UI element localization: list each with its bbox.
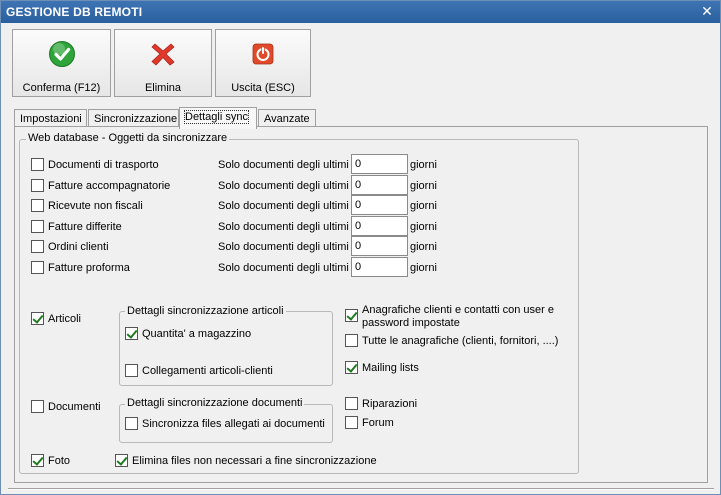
doc-row-label: Ricevute non fiscali	[48, 200, 143, 212]
anagrafiche-contatti-label-line1: Anagrafiche clienti e contatti con user …	[362, 304, 555, 316]
doc-row-label: Fatture proforma	[48, 262, 130, 274]
doc-row-unit-label: giorni	[410, 262, 437, 274]
doc-row-checkbox[interactable]	[31, 179, 44, 192]
articoli-details-legend: Dettagli sincronizzazione articoli	[125, 305, 286, 317]
mailing-lists-label: Mailing lists	[362, 362, 419, 374]
window-title: GESTIONE DB REMOTI	[6, 5, 143, 19]
confirm-label: Conferma (F12)	[22, 82, 101, 94]
doc-row-days-input[interactable]: 0	[351, 175, 408, 195]
riparazioni-label: Riparazioni	[362, 398, 418, 410]
tab-dettagli-sync[interactable]: Dettagli sync	[179, 107, 257, 129]
forum-label: Forum	[362, 417, 394, 429]
doc-row-days-input[interactable]: 0	[351, 236, 408, 256]
articoli-checkbox[interactable]	[31, 312, 44, 325]
quantita-magazzino-label: Quantita' a magazzino	[142, 328, 252, 340]
tab-label: Sincronizzazione	[94, 113, 178, 125]
anagrafiche-contatti-checkbox[interactable]	[345, 309, 358, 322]
doc-row-unit-label: giorni	[410, 159, 437, 171]
doc-row-days-input[interactable]: 0	[351, 154, 408, 174]
doc-row-days-label: Solo documenti degli ultimi	[218, 241, 349, 253]
tutte-anagrafiche-checkbox[interactable]	[345, 334, 358, 347]
doc-row-unit-label: giorni	[410, 180, 437, 192]
check-icon	[48, 41, 75, 67]
documenti-checkbox[interactable]	[31, 400, 44, 413]
doc-row-label: Ordini clienti	[48, 241, 109, 253]
articoli-label: Articoli	[48, 313, 82, 325]
exit-button[interactable]: Uscita (ESC)	[215, 29, 311, 97]
collegamenti-articoli-checkbox[interactable]	[125, 364, 138, 377]
delete-label: Elimina	[144, 82, 182, 94]
doc-row-label: Documenti di trasporto	[48, 159, 159, 171]
doc-row-days-label: Solo documenti degli ultimi	[218, 200, 349, 212]
title-bar: GESTIONE DB REMOTI ✕	[1, 1, 720, 23]
main-window: GESTIONE DB REMOTI ✕ Conferma (F12) Elim…	[0, 0, 721, 495]
doc-row-checkbox[interactable]	[31, 199, 44, 212]
doc-row-days-input[interactable]: 0	[351, 216, 408, 236]
exit-label: Uscita (ESC)	[231, 82, 295, 94]
doc-row-days-label: Solo documenti degli ultimi	[218, 180, 349, 192]
tab-label: Dettagli sync	[184, 110, 249, 124]
doc-row-label: Fatture accompagnatorie	[48, 180, 171, 192]
documenti-details-legend: Dettagli sincronizzazione documenti	[125, 397, 305, 409]
allegati-documenti-label: Sincronizza files allegati ai documenti	[142, 418, 325, 430]
delete-button[interactable]: Elimina	[114, 29, 212, 97]
tab-panel-dettagli-sync: Web database - Oggetti da sincronizzare …	[14, 126, 708, 483]
bottom-divider	[8, 488, 714, 490]
power-icon	[252, 43, 274, 65]
foto-checkbox[interactable]	[31, 454, 44, 467]
elimina-files-label: Elimina files non necessari a fine sincr…	[132, 455, 377, 467]
riparazioni-checkbox[interactable]	[345, 397, 358, 410]
mailing-lists-checkbox[interactable]	[345, 361, 358, 374]
documenti-label: Documenti	[48, 401, 101, 413]
doc-row-checkbox[interactable]	[31, 261, 44, 274]
doc-row-days-label: Solo documenti degli ultimi	[218, 159, 349, 171]
confirm-button[interactable]: Conferma (F12)	[12, 29, 111, 97]
elimina-files-checkbox[interactable]	[115, 454, 128, 467]
doc-row-unit-label: giorni	[410, 200, 437, 212]
tutte-anagrafiche-label: Tutte le anagrafiche (clienti, fornitori…	[362, 335, 559, 347]
web-database-legend: Web database - Oggetti da sincronizzare	[26, 132, 230, 144]
foto-label: Foto	[48, 455, 71, 467]
doc-row-days-label: Solo documenti degli ultimi	[218, 221, 349, 233]
forum-checkbox[interactable]	[345, 416, 358, 429]
tab-label: Impostazioni	[20, 113, 82, 125]
doc-row-checkbox[interactable]	[31, 220, 44, 233]
doc-row-days-input[interactable]: 0	[351, 257, 408, 277]
doc-row-unit-label: giorni	[410, 221, 437, 233]
doc-row-checkbox[interactable]	[31, 240, 44, 253]
collegamenti-articoli-label: Collegamenti articoli-clienti	[142, 365, 273, 377]
allegati-documenti-checkbox[interactable]	[125, 417, 138, 430]
anagrafiche-contatti-label-line2: password impostate	[362, 317, 460, 329]
close-icon[interactable]: ✕	[700, 3, 714, 19]
quantita-magazzino-checkbox[interactable]	[125, 327, 138, 340]
cross-icon	[151, 43, 175, 66]
doc-row-days-label: Solo documenti degli ultimi	[218, 262, 349, 274]
doc-row-label: Fatture differite	[48, 221, 122, 233]
doc-row-unit-label: giorni	[410, 241, 437, 253]
doc-row-checkbox[interactable]	[31, 158, 44, 171]
tab-label: Avanzate	[264, 113, 310, 125]
doc-row-days-input[interactable]: 0	[351, 195, 408, 215]
